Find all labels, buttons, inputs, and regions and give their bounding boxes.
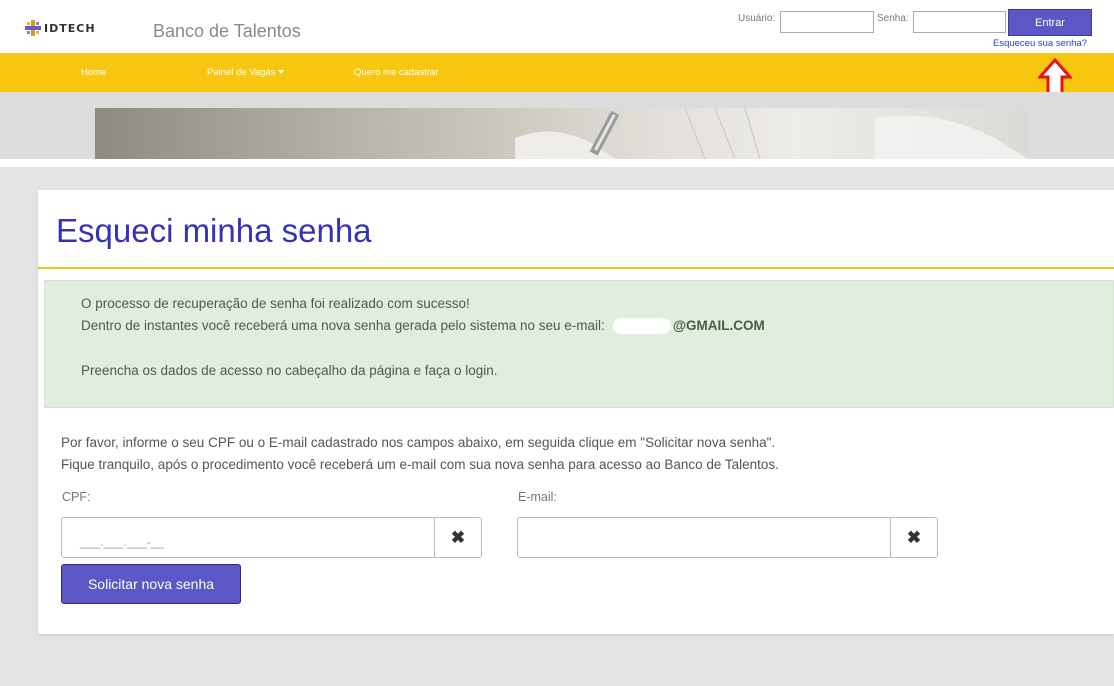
email-label: E-mail: (518, 490, 557, 504)
banner-image (95, 108, 1028, 159)
nav-item-label: Painel de Vagas (207, 67, 276, 78)
login-button[interactable]: Entrar (1008, 9, 1092, 36)
caret-down-icon (277, 70, 284, 75)
page-title: Esqueci minha senha (56, 212, 372, 249)
redacted-email (612, 318, 671, 335)
site-title: Banco de Talentos (153, 21, 301, 41)
forgot-password-card: Esqueci minha senha O processo de recupe… (38, 190, 1114, 634)
cpf-label: CPF: (62, 490, 91, 504)
password-input[interactable] (913, 11, 1006, 33)
username-label: Usuário: (738, 13, 776, 24)
divider (38, 267, 1114, 269)
alert-line-3: Preencha os dados de acesso no cabeçalho… (81, 363, 498, 378)
page-gap (0, 159, 1114, 167)
forgot-password-link[interactable]: Esqueceu sua senha? (993, 38, 1087, 49)
instruction-line-1: Por favor, informe o seu CPF ou o E-mail… (61, 435, 776, 450)
cpf-input[interactable]: ___.___.___-__ (61, 517, 435, 558)
close-icon: ✖ (906, 527, 922, 547)
logo[interactable]: IDTECH (24, 19, 96, 37)
email-clear-button[interactable]: ✖ (891, 517, 938, 558)
nav-item-quero-me-cadastrar[interactable]: Quero me cadastrar (354, 67, 438, 78)
cpf-input-group: ___.___.___-__ ✖ (61, 517, 482, 558)
alert-line-2-text: Dentro de instantes você receberá uma no… (81, 318, 605, 333)
email-input[interactable] (517, 517, 891, 558)
alert-line-1: O processo de recuperação de senha foi r… (81, 296, 470, 311)
success-alert: O processo de recuperação de senha foi r… (44, 280, 1114, 408)
nav-item-label: Quero me cadastrar (354, 67, 439, 78)
email-domain: @GMAIL.COM (672, 318, 765, 333)
instruction-line-2: Fique tranquilo, após o procedimento voc… (61, 457, 779, 472)
alert-line-2: Dentro de instantes você receberá uma no… (81, 318, 765, 335)
logo-text: IDTECH (44, 21, 96, 35)
username-input[interactable] (780, 11, 874, 33)
main-navbar: Home Painel de Vagas Quero me cadastrar (0, 53, 1114, 92)
nav-item-home[interactable]: Home (81, 67, 106, 78)
logo-icon (24, 19, 42, 37)
top-header: IDTECH Banco de Talentos Usuário: Senha:… (0, 0, 1114, 53)
nav-item-label: Home (81, 67, 107, 78)
cpf-clear-button[interactable]: ✖ (435, 517, 482, 558)
request-new-password-button[interactable]: Solicitar nova senha (61, 564, 241, 604)
close-icon: ✖ (450, 527, 466, 547)
nav-item-painel-de-vagas[interactable]: Painel de Vagas (207, 67, 284, 78)
password-label: Senha: (877, 13, 909, 24)
email-input-group: ✖ (517, 517, 938, 558)
